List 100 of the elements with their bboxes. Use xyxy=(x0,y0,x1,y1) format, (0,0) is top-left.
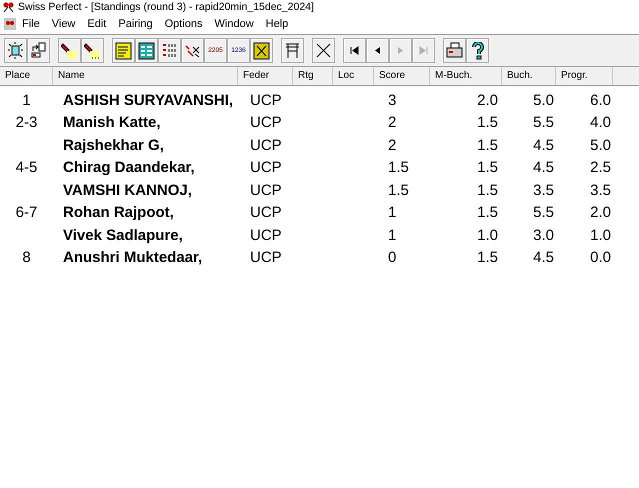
table-cell-text: 4.5 xyxy=(532,249,555,266)
menu-item[interactable]: Edit xyxy=(81,18,112,30)
table-cell-text: Rohan Rajpoot, xyxy=(62,204,175,222)
menu-item[interactable]: View xyxy=(46,18,82,30)
table-cell-text: 2.5 xyxy=(589,159,612,176)
menu-item[interactable]: Options xyxy=(158,18,209,30)
table-cell-text: 4.0 xyxy=(589,114,612,132)
column-header[interactable]: Score xyxy=(374,67,430,85)
table-icon xyxy=(284,42,301,59)
table-cell-text: 1.5 xyxy=(476,182,499,199)
toolbar-button[interactable] xyxy=(281,38,304,63)
table-cell-text: 1.5 xyxy=(387,159,410,176)
table-cell-text: 1.0 xyxy=(589,226,612,244)
menu-item[interactable]: File xyxy=(16,18,46,30)
toolbar-button[interactable] xyxy=(112,38,135,63)
table-cell-text: 6.0 xyxy=(589,92,612,109)
menu-item[interactable]: Window xyxy=(208,18,260,30)
flashlight-icon xyxy=(84,42,101,60)
column-header[interactable]: Loc xyxy=(333,67,374,85)
right-arrow-icon xyxy=(396,46,405,55)
help-icon xyxy=(470,42,484,60)
table-cell-text: 1.5 xyxy=(387,182,410,199)
left-arrow-icon xyxy=(373,46,382,55)
table-cell-text: 1 xyxy=(21,92,32,109)
table-cell-text: Anushri Muktedaar, xyxy=(62,249,204,266)
export-icon xyxy=(30,42,47,59)
table-cell-text: 1.5 xyxy=(476,136,499,154)
table-cell-text: UCP xyxy=(249,182,283,199)
table-cell-text: 3.5 xyxy=(589,182,612,199)
list-icon xyxy=(138,42,155,60)
table-cell-text: UCP xyxy=(249,159,283,176)
skip-forward-icon xyxy=(419,46,428,55)
table-cell-text: 2 xyxy=(387,136,398,154)
table-cell-text: 2-3 xyxy=(14,114,38,132)
table-cell-text: 3 xyxy=(387,92,398,109)
table-cell-text: Vivek Sadlapure, xyxy=(62,226,184,244)
app-icon xyxy=(3,2,14,12)
menu-item[interactable]: Help xyxy=(260,18,294,30)
table-cell-text: 1.5 xyxy=(476,204,499,222)
toolbar-button[interactable] xyxy=(312,38,335,63)
toolbar-button[interactable] xyxy=(135,38,158,63)
table-cell-text: 8 xyxy=(21,249,32,266)
toolbar-button[interactable] xyxy=(181,38,204,63)
toolbar-button[interactable] xyxy=(158,38,181,63)
table-cell-text: 5.5 xyxy=(532,204,555,222)
table-cell-text: 1.0 xyxy=(476,226,499,244)
table-cell-text: 0 xyxy=(387,249,398,266)
toolbar-button[interactable] xyxy=(366,38,389,63)
table-cell-text: UCP xyxy=(249,114,283,132)
table-cell-text: VAMSHI KANNOJ, xyxy=(62,182,193,199)
menu-item[interactable]: Pairing xyxy=(112,18,159,30)
table-cell-text: 2 xyxy=(387,114,398,132)
table-cell-text: 4-5 xyxy=(14,159,38,176)
document-icon xyxy=(115,42,132,60)
printer-icon xyxy=(446,42,463,59)
document-menu-icon[interactable] xyxy=(4,18,16,30)
column-header[interactable]: Name xyxy=(53,67,238,85)
table-cell-text: 2.0 xyxy=(589,204,612,222)
cross-icon xyxy=(315,42,332,59)
column-header[interactable]: Rtg xyxy=(293,67,333,85)
table-cell-text: 2.0 xyxy=(476,92,499,109)
column-header[interactable]: Buch. xyxy=(502,67,556,85)
page-icon xyxy=(7,42,24,59)
flashlight-icon xyxy=(61,42,78,60)
window-title: Swiss Perfect - [Standings (round 3) - rapid20min_15dec_2024] xyxy=(18,1,314,13)
table-cell-text: UCP xyxy=(249,204,283,222)
toolbar-button[interactable] xyxy=(250,38,273,63)
table-cell-text: UCP xyxy=(249,92,283,109)
table-cell-text: 3.0 xyxy=(532,226,555,244)
toolbar-button[interactable] xyxy=(4,38,27,63)
toolbar-button[interactable] xyxy=(466,38,489,63)
table-cell-text: 6-7 xyxy=(14,204,38,222)
table-cell-text: 1.5 xyxy=(476,249,499,266)
table-cell-text: 3.5 xyxy=(532,182,555,199)
table-cell-text: Rajshekhar G, xyxy=(62,136,165,154)
table-cell-text: UCP xyxy=(249,226,283,244)
column-header[interactable]: Place xyxy=(0,67,53,85)
table-cell-text: 1 xyxy=(387,204,398,222)
grid-icon xyxy=(161,42,178,59)
column-header[interactable]: M-Buch. xyxy=(430,67,502,85)
column-header[interactable]: Progr. xyxy=(556,67,613,85)
table-cell-text: 5.0 xyxy=(532,92,555,109)
table-cell-text: 5.0 xyxy=(589,136,612,154)
toolbar-button[interactable] xyxy=(343,38,366,63)
toolbar-button[interactable] xyxy=(443,38,466,63)
table-cell-text: ASHISH SURYAVANSHI, xyxy=(62,92,234,109)
toolbar-button[interactable] xyxy=(81,38,104,63)
toolbar-button[interactable] xyxy=(58,38,81,63)
column-header[interactable]: Feder xyxy=(238,67,293,85)
table-cell-text: 4.5 xyxy=(532,136,555,154)
table-cell-text: 1 xyxy=(387,226,398,244)
table-cell-text: Manish Katte, xyxy=(62,114,162,132)
table-cell-text: 4.5 xyxy=(532,159,555,176)
table-cell-text: 1.5 xyxy=(476,114,499,132)
table-cell-text: UCP xyxy=(249,136,283,154)
table-cell-text: 0.0 xyxy=(589,249,612,266)
toolbar-button[interactable] xyxy=(27,38,50,63)
skip-back-icon xyxy=(350,46,359,55)
table-cell-text: 1.5 xyxy=(476,159,499,176)
table-cell-text: 5.5 xyxy=(532,114,555,132)
